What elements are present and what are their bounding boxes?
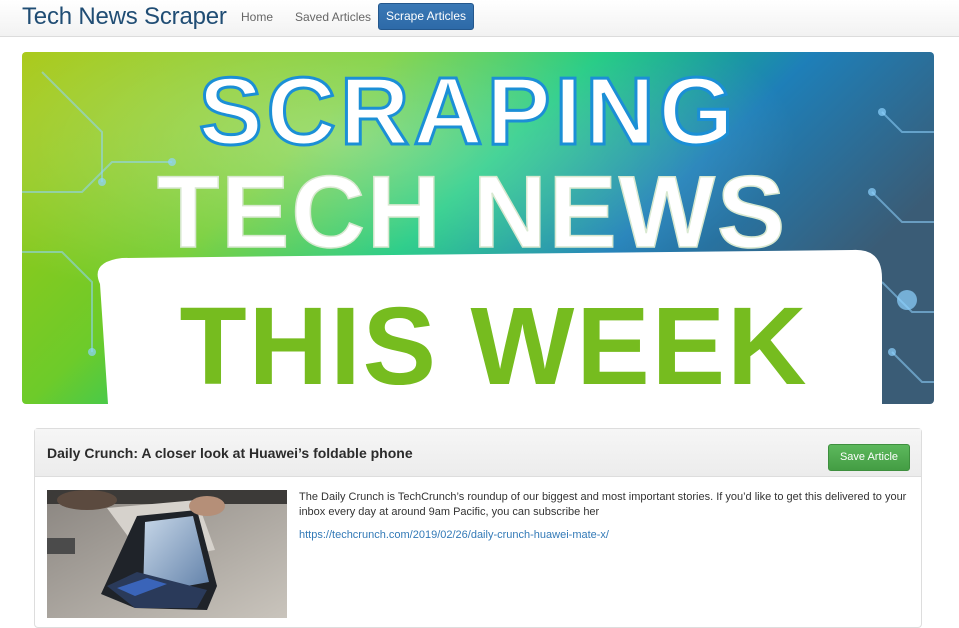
article-link[interactable]: https://techcrunch.com/2019/02/26/daily-… — [299, 529, 609, 541]
article-panel-heading: Daily Crunch: A closer look at Huawei’s … — [35, 429, 921, 477]
article-summary: The Daily Crunch is TechCrunch’s roundup… — [299, 491, 907, 518]
hero-graphic: SCRAPING TECH NEWS THIS WEEK — [22, 52, 934, 404]
hero-line-scraping: SCRAPING — [199, 58, 738, 165]
brand-title[interactable]: Tech News Scraper — [22, 3, 227, 31]
article-thumbnail — [47, 490, 287, 618]
nav-home-link[interactable]: Home — [241, 10, 273, 24]
article-title: Daily Crunch: A closer look at Huawei’s … — [47, 445, 413, 461]
article-panel: Daily Crunch: A closer look at Huawei’s … — [34, 428, 922, 628]
hero-line-this-week: THIS WEEK — [179, 285, 808, 404]
scrape-articles-button[interactable]: Scrape Articles — [378, 3, 474, 30]
hero-banner: SCRAPING TECH NEWS THIS WEEK — [22, 52, 934, 404]
navbar: Tech News Scraper Home Saved Articles Sc… — [0, 0, 959, 37]
nav-saved-articles-link[interactable]: Saved Articles — [295, 10, 371, 24]
save-article-button[interactable]: Save Article — [828, 444, 910, 471]
